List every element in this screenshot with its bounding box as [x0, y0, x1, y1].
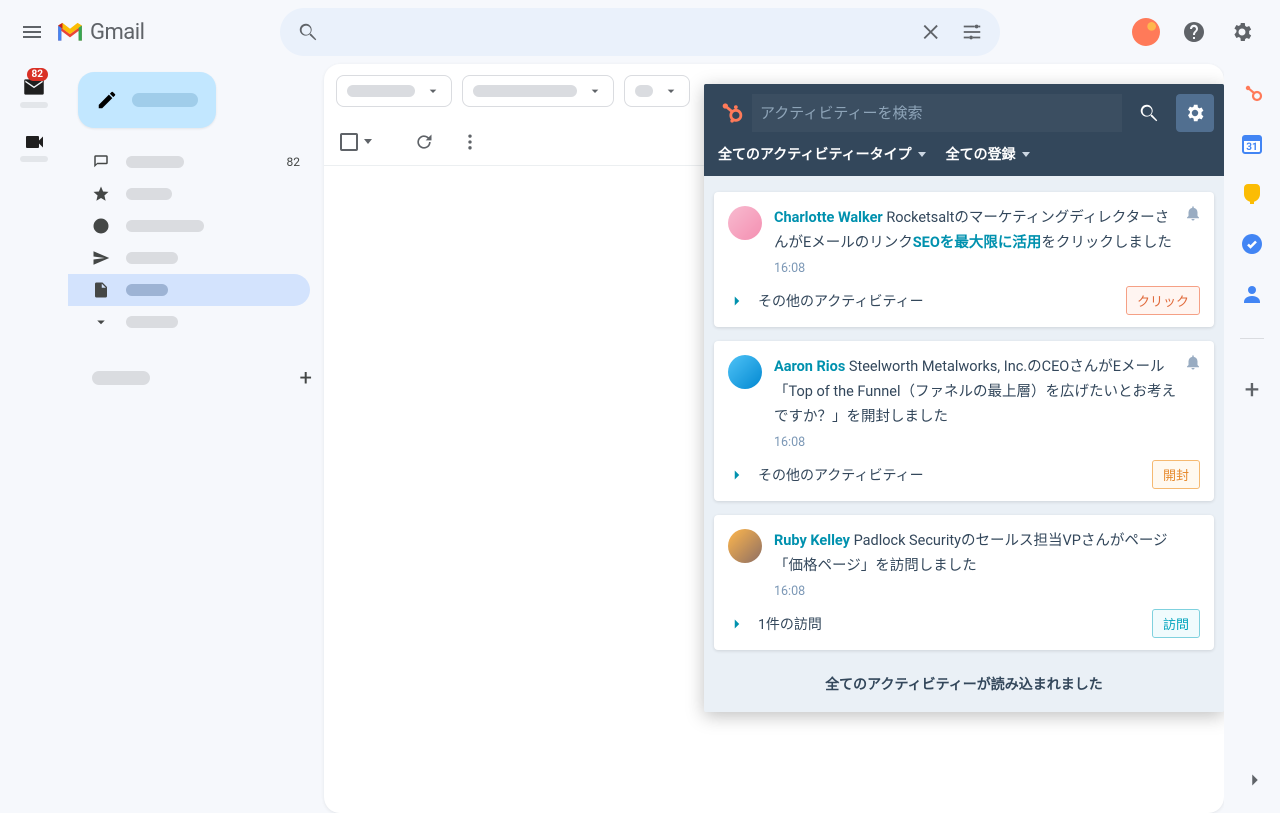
bell-icon[interactable]	[1184, 353, 1202, 375]
activity-card: Ruby Kelley Padlock Securityのセールス担当VPさんが…	[714, 515, 1214, 650]
nav-more[interactable]	[68, 306, 310, 338]
rail-mail[interactable]: 82	[18, 74, 50, 108]
nav-inbox[interactable]: 82	[68, 146, 310, 178]
avatar	[728, 529, 762, 563]
activity-card: Aaron Rios Steelworth Metalworks, Inc.のC…	[714, 341, 1214, 501]
activity-time: 16:08	[774, 261, 1200, 276]
avatar	[728, 355, 762, 389]
avatar	[728, 206, 762, 240]
activity-text: Aaron Rios Steelworth Metalworks, Inc.のC…	[774, 355, 1200, 429]
compose-button[interactable]	[78, 72, 216, 128]
activity-badge: 訪問	[1152, 609, 1200, 638]
add-label-button[interactable]: +	[300, 366, 312, 391]
contact-name[interactable]: Ruby Kelley	[774, 532, 850, 549]
activity-time: 16:08	[774, 584, 1200, 599]
main-menu-button[interactable]	[12, 12, 52, 52]
activity-text: Charlotte Walker Rocketsaltのマーケティングディレクタ…	[774, 206, 1200, 255]
filter-chip[interactable]	[624, 75, 690, 107]
mail-badge: 82	[27, 68, 48, 81]
activity-card: Charlotte Walker Rocketsaltのマーケティングディレクタ…	[714, 192, 1214, 327]
rail-tasks-icon[interactable]	[1240, 232, 1264, 256]
inbox-count: 82	[287, 155, 301, 169]
activity-badge: クリック	[1126, 286, 1200, 315]
rail-calendar-icon[interactable]: 31	[1240, 132, 1264, 156]
clear-search-icon[interactable]	[912, 12, 952, 52]
refresh-button[interactable]	[404, 122, 444, 162]
main: 全てのアクティビティータイプ 全ての登録 Charlotte Walker Ro…	[324, 64, 1280, 813]
hubspot-filter-records[interactable]: 全ての登録	[946, 144, 1030, 164]
nav-snoozed[interactable]	[68, 210, 310, 242]
expand-icon[interactable]	[728, 615, 746, 633]
rail-collapse-button[interactable]	[1244, 769, 1266, 795]
app-rail: 82	[0, 64, 68, 813]
activity-link[interactable]: SEOを最大限に活用	[913, 234, 1042, 251]
filter-chip[interactable]	[336, 75, 452, 107]
hubspot-settings-button[interactable]	[1176, 94, 1214, 132]
topbar: Gmail	[0, 0, 1280, 64]
app-title: Gmail	[90, 20, 144, 45]
side-panel-rail: 31 +	[1224, 64, 1280, 813]
search-options-icon[interactable]	[952, 12, 992, 52]
expand-icon[interactable]	[728, 292, 746, 310]
contact-name[interactable]: Aaron Rios	[774, 358, 845, 375]
search-bar[interactable]	[280, 8, 1000, 56]
rail-meet[interactable]	[20, 130, 48, 162]
more-button[interactable]	[450, 122, 490, 162]
activity-foot: その他のアクティビティー	[758, 291, 924, 311]
activity-text: Ruby Kelley Padlock Securityのセールス担当VPさんが…	[774, 529, 1200, 578]
hubspot-orb-icon[interactable]	[1126, 12, 1166, 52]
rail-hubspot-icon[interactable]	[1240, 82, 1264, 106]
filter-chip[interactable]	[462, 75, 614, 107]
select-all-checkbox[interactable]	[334, 133, 372, 151]
sidebar: 82 +	[68, 64, 324, 813]
hubspot-search-input[interactable]	[752, 94, 1122, 132]
topbar-actions	[1126, 12, 1268, 52]
expand-icon[interactable]	[728, 466, 746, 484]
rail-contacts-icon[interactable]	[1240, 282, 1264, 306]
nav-sent[interactable]	[68, 242, 310, 274]
support-icon[interactable]	[1174, 12, 1214, 52]
contact-name[interactable]: Charlotte Walker	[774, 209, 883, 226]
settings-icon[interactable]	[1222, 12, 1262, 52]
labels-header: +	[68, 362, 324, 394]
svg-text:31: 31	[1246, 142, 1257, 153]
bell-icon[interactable]	[1184, 204, 1202, 226]
hubspot-search-button[interactable]	[1130, 94, 1168, 132]
activity-badge: 開封	[1152, 460, 1200, 489]
nav-starred[interactable]	[68, 178, 310, 210]
logo[interactable]: Gmail	[56, 20, 278, 45]
activity-time: 16:08	[774, 435, 1200, 450]
nav-drafts[interactable]	[68, 274, 310, 306]
hubspot-activity-panel: 全てのアクティビティータイプ 全ての登録 Charlotte Walker Ro…	[704, 84, 1224, 712]
hubspot-logo-icon	[716, 99, 744, 127]
all-loaded-text: 全てのアクティビティーが読み込まれました	[714, 664, 1214, 698]
search-icon[interactable]	[288, 12, 328, 52]
rail-keep-icon[interactable]	[1240, 182, 1264, 206]
rail-addons-button[interactable]: +	[1245, 375, 1260, 405]
hubspot-filter-types[interactable]: 全てのアクティビティータイプ	[718, 144, 926, 164]
activity-foot: 1件の訪問	[758, 614, 822, 634]
activity-foot: その他のアクティビティー	[758, 465, 924, 485]
